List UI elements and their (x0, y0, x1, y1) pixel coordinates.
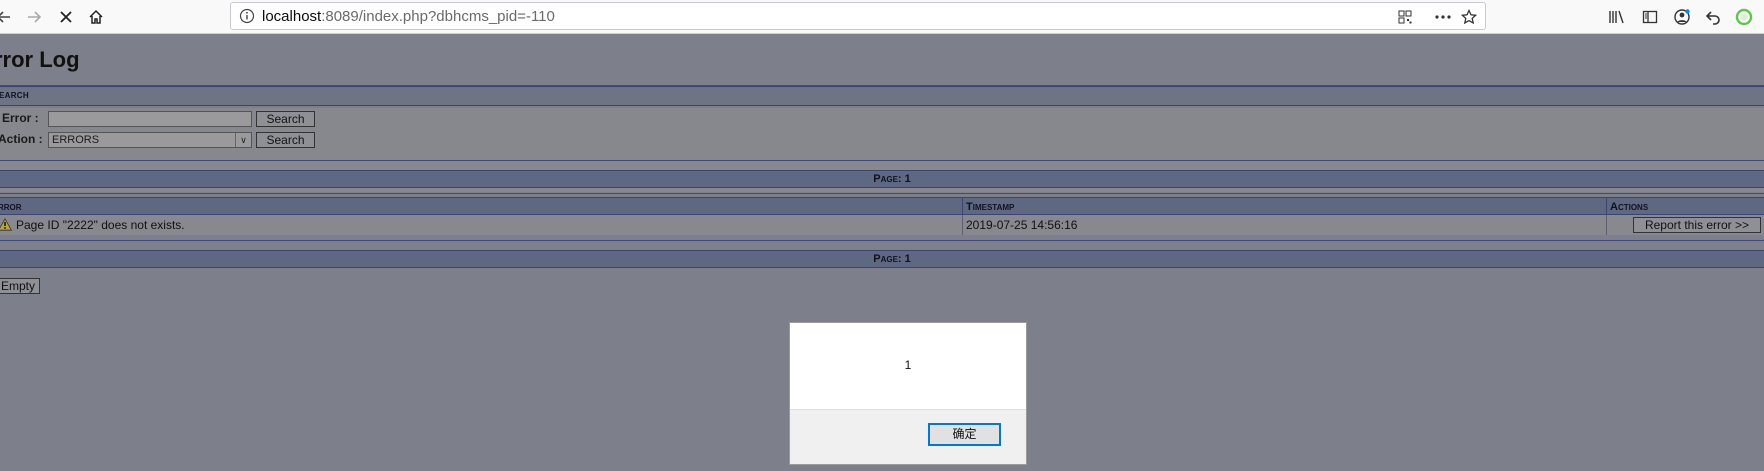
warning-icon (0, 217, 13, 234)
home-icon[interactable] (84, 5, 108, 29)
divider (0, 193, 1764, 194)
stop-icon[interactable] (54, 5, 78, 29)
qr-code-icon[interactable] (1393, 5, 1417, 29)
url-text[interactable]: localhost:8089/index.php?dbhcms_pid=-110 (262, 8, 555, 25)
account-icon[interactable] (1670, 5, 1694, 29)
column-header-actions: Actions (1610, 201, 1649, 213)
alert-message: 1 (904, 358, 912, 372)
undo-icon[interactable] (1701, 5, 1725, 29)
browser-toolbar: localhost:8089/index.php?dbhcms_pid=-110 (0, 0, 1764, 34)
column-header-error: rror (0, 201, 22, 213)
library-icon[interactable] (1605, 5, 1629, 29)
error-timestamp: 2019-07-25 14:56:16 (966, 218, 1078, 232)
error-filter-input[interactable] (48, 111, 252, 127)
action-filter-label: Action : (0, 132, 43, 146)
bookmark-star-icon[interactable] (1457, 5, 1481, 29)
table-header: rror Timestamp Actions (0, 197, 1764, 215)
forward-icon[interactable] (22, 5, 46, 29)
action-select[interactable]: ERRORS ∨ (48, 132, 252, 148)
action-search-button[interactable]: Search (256, 132, 315, 148)
back-icon[interactable] (0, 5, 16, 29)
page-title: rror Log (0, 47, 80, 72)
url-bar[interactable]: localhost:8089/index.php?dbhcms_pid=-110 (230, 2, 1486, 30)
error-search-button[interactable]: Search (256, 111, 315, 127)
page-indicator: Page: 1 (873, 253, 911, 265)
sidebar-icon[interactable] (1638, 5, 1662, 29)
url-path: :8089/index.php?dbhcms_pid=-110 (321, 8, 555, 25)
search-section-header: earch (0, 86, 1764, 106)
alert-dialog: 1 确定 (789, 322, 1027, 465)
url-host: localhost (262, 8, 322, 25)
column-separator (962, 198, 963, 214)
table-row: Page ID "2222" does not exists. 2019-07-… (0, 215, 1764, 235)
divider (0, 240, 1764, 241)
column-separator (1606, 215, 1607, 235)
chevron-down-icon[interactable]: ∨ (235, 133, 251, 147)
search-heading: earch (0, 89, 29, 101)
extension-icon[interactable] (1732, 5, 1756, 29)
divider (0, 160, 1764, 161)
column-separator (1606, 198, 1607, 214)
empty-log-button[interactable]: Empty (0, 278, 40, 294)
more-icon[interactable] (1431, 5, 1455, 29)
pagination-top: Page: 1 (0, 170, 1764, 188)
column-separator (962, 215, 963, 235)
report-error-button[interactable]: Report this error >> (1633, 217, 1761, 233)
pagination-bottom: Page: 1 (0, 250, 1764, 268)
error-message: Page ID "2222" does not exists. (16, 218, 185, 232)
action-select-value: ERRORS (52, 134, 100, 146)
page-indicator: Page: 1 (873, 173, 911, 185)
error-filter-label: Error : (2, 111, 39, 125)
ok-button[interactable]: 确定 (928, 423, 1001, 446)
alert-footer: 确定 (790, 409, 1026, 464)
column-header-timestamp: Timestamp (966, 201, 1015, 213)
page-info-icon[interactable] (239, 8, 255, 24)
